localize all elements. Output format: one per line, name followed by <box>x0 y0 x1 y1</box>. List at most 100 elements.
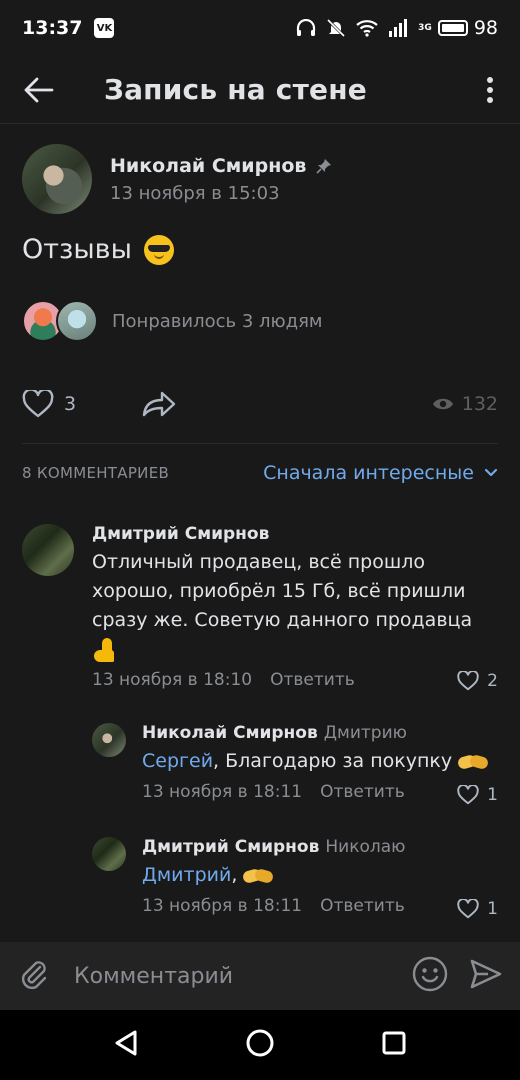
heart-icon <box>457 785 479 805</box>
divider <box>22 443 498 444</box>
mention-link[interactable]: Сергей <box>142 750 213 772</box>
sunglasses-emoji-icon <box>143 234 174 265</box>
liked-by-text: Понравилось 3 людям <box>112 310 323 332</box>
arrow-left-icon <box>24 77 54 102</box>
comment-text-content: , <box>231 864 238 886</box>
back-button[interactable] <box>4 56 74 124</box>
liked-by-row[interactable]: Понравилось 3 людям <box>22 300 323 342</box>
sort-label: Сначала интересные <box>263 462 474 484</box>
vk-notification-icon: VK <box>94 18 115 38</box>
nav-home-button[interactable] <box>245 1028 275 1062</box>
comment-like-count: 1 <box>487 899 498 919</box>
comment-text: Дмитрий, <box>142 861 482 890</box>
nav-back-button[interactable] <box>113 1029 139 1061</box>
mute-bell-icon <box>327 18 346 38</box>
flexed-biceps-emoji-icon <box>92 637 118 662</box>
like-count: 3 <box>64 393 77 415</box>
eye-icon <box>432 398 453 410</box>
status-time: 13:37 <box>22 17 83 39</box>
heart-icon <box>22 390 54 418</box>
views-count: 132 <box>461 393 498 415</box>
heart-icon <box>457 671 479 691</box>
comment-body: Дмитрий Смирнов Николаю Дмитрий, 13 ноябр… <box>142 837 482 916</box>
comment: Дмитрий Смирнов Отличный продавец, всё п… <box>22 524 498 691</box>
send-icon <box>470 959 502 989</box>
mention-link[interactable]: Дмитрий <box>142 864 231 886</box>
commenter-avatar[interactable] <box>92 837 126 871</box>
headphones-icon <box>297 19 316 36</box>
comment-like-count: 2 <box>487 671 498 691</box>
attach-button[interactable] <box>18 958 50 994</box>
app-header: Запись на стене <box>0 56 520 124</box>
comment-input[interactable] <box>74 963 402 989</box>
comment-text-content: , Благодарю за покупку <box>213 750 453 772</box>
like-button[interactable]: 3 <box>22 390 76 418</box>
comment-text: Отличный продавец, всё прошло хорошо, пр… <box>92 548 492 664</box>
comment-text-content: Отличный продавец, всё прошло хорошо, пр… <box>92 551 473 631</box>
commenter-name[interactable]: Николай Смирнов <box>142 723 318 743</box>
comment-like-button[interactable]: 1 <box>457 785 498 805</box>
comment-like-button[interactable]: 2 <box>457 671 498 691</box>
more-menu-button[interactable] <box>460 56 520 124</box>
more-vertical-icon <box>487 76 493 103</box>
comment-meta: 13 ноября в 18:10 Ответить <box>92 670 492 690</box>
heart-icon <box>457 899 479 919</box>
share-button[interactable] <box>142 391 176 417</box>
reply-button[interactable]: Ответить <box>320 782 405 802</box>
pin-icon <box>316 158 332 174</box>
status-bar: 13:37 VK 3G 98 <box>0 0 520 56</box>
smile-icon <box>412 956 448 992</box>
commenter-avatar[interactable] <box>92 723 126 757</box>
comment-meta: 13 ноября в 18:11 Ответить <box>142 782 482 802</box>
comment-composer <box>0 942 520 1010</box>
comment-time: 13 ноября в 18:10 <box>92 670 253 690</box>
commenter-name[interactable]: Дмитрий Смирнов <box>92 524 492 544</box>
post-author[interactable]: Николай Смирнов 13 ноября в 15:03 <box>22 144 332 214</box>
author-name[interactable]: Николай Смирнов <box>110 155 306 177</box>
handshake-emoji-icon <box>243 866 273 886</box>
nav-recents-button[interactable] <box>381 1030 407 1060</box>
comment-meta: 13 ноября в 18:11 Ответить <box>142 896 482 916</box>
status-indicators: 3G 98 <box>296 17 498 39</box>
comment-text: Сергей, Благодарю за покупку <box>142 747 482 776</box>
battery-level: 98 <box>473 17 498 39</box>
battery-indicator: 98 <box>437 17 498 39</box>
comment-body: Дмитрий Смирнов Отличный продавец, всё п… <box>92 524 492 690</box>
reply-comment: Дмитрий Смирнов Николаю Дмитрий, 13 ноябр… <box>92 837 498 919</box>
signal-icon <box>389 19 408 37</box>
comment-body: Николай Смирнов Дмитрию Сергей, Благодарю… <box>142 723 482 802</box>
battery-icon <box>437 20 468 36</box>
comment-like-count: 1 <box>487 785 498 805</box>
handshake-emoji-icon <box>458 752 488 772</box>
post-actions: 3 132 <box>22 384 498 424</box>
page-title: Запись на стене <box>104 73 367 106</box>
comment-time: 13 ноября в 18:11 <box>142 782 303 802</box>
post-time: 13 ноября в 15:03 <box>110 182 280 204</box>
network-type: 3G <box>418 23 432 33</box>
reply-button[interactable]: Ответить <box>270 670 355 690</box>
author-avatar[interactable] <box>22 144 92 214</box>
send-button[interactable] <box>470 959 502 993</box>
reply-button[interactable]: Ответить <box>320 896 405 916</box>
share-icon <box>142 391 176 417</box>
comments-sort-button[interactable]: Сначала интересные <box>263 462 498 484</box>
liker-avatar <box>56 300 98 342</box>
views-counter: 132 <box>432 393 498 415</box>
system-nav-bar <box>0 1010 520 1080</box>
commenter-avatar[interactable] <box>22 524 74 576</box>
reply-to-label[interactable]: Николаю <box>325 837 405 857</box>
triangle-back-icon <box>115 1030 137 1056</box>
author-meta: Николай Смирнов 13 ноября в 15:03 <box>110 155 332 204</box>
post-text: Отзывы <box>22 234 174 265</box>
chevron-down-icon <box>484 468 498 477</box>
reply-to-label[interactable]: Дмитрию <box>324 723 407 743</box>
comment-like-button[interactable]: 1 <box>457 899 498 919</box>
commenter-name[interactable]: Дмитрий Смирнов <box>142 837 319 857</box>
reply-comment: Николай Смирнов Дмитрию Сергей, Благодарю… <box>92 723 498 805</box>
comment-time: 13 ноября в 18:11 <box>142 896 303 916</box>
emoji-picker-button[interactable] <box>412 956 448 996</box>
post-text-content: Отзывы <box>22 234 132 265</box>
paperclip-icon <box>21 961 47 990</box>
circle-home-icon <box>246 1029 274 1057</box>
square-recents-icon <box>382 1031 406 1055</box>
